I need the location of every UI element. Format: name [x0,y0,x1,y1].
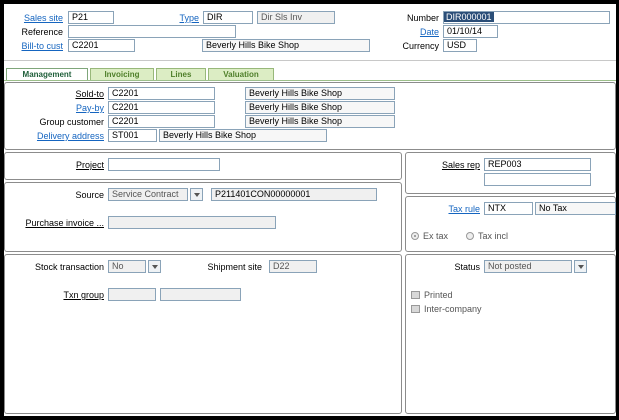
group-customer-label: Group customer [39,117,104,127]
inter-company-label: Inter-company [424,304,482,314]
inter-company-checkbox[interactable] [411,305,420,313]
txn-group-field-2 [160,288,241,301]
bill-to-name-field: Beverly Hills Bike Shop [202,39,370,52]
date-link[interactable]: Date [374,26,439,38]
stock-transaction-select[interactable]: No [108,260,146,273]
group-customer-code-field[interactable]: C2201 [108,115,215,128]
source-select[interactable]: Service Contract [108,188,188,201]
sales-site-field[interactable]: P21 [68,11,114,24]
purchase-invoice-label: Purchase invoice ... [6,217,104,229]
status-label: Status [454,262,480,272]
tax-rule-desc-field: No Tax [535,202,616,215]
status-select[interactable]: Not posted [484,260,572,273]
stock-panel [4,254,402,414]
txn-group-label-text: Txn group [63,290,104,300]
project-field[interactable] [108,158,220,171]
tax-rule-link[interactable]: Tax rule [414,203,480,215]
stock-transaction-label: Stock transaction [34,262,104,272]
delivery-address-name-field: Beverly Hills Bike Shop [159,129,327,142]
tax-rule-code-field[interactable]: NTX [484,202,533,215]
pay-by-name-field: Beverly Hills Bike Shop [245,101,395,114]
pay-by-code-field[interactable]: C2201 [108,101,215,114]
status-dropdown-button[interactable] [574,260,587,273]
tab-strip-line [4,80,616,81]
sales-rep-field-2[interactable] [484,173,591,186]
tax-incl-label: Tax incl [478,231,509,241]
pay-by-link[interactable]: Pay-by [6,102,104,114]
reference-label: Reference [21,27,63,37]
sales-rep-label-text: Sales rep [441,160,480,170]
number-value: DIR000001 [444,12,494,22]
project-label: Project [6,159,104,171]
source-ref-field: P211401CON00000001 [211,188,377,201]
type-link[interactable]: Type [154,12,199,24]
header-divider [4,60,616,61]
source-label: Source [75,190,104,200]
type-code-field[interactable]: DIR [203,11,253,24]
shipment-site-label: Shipment site [207,262,262,272]
sales-rep-label: Sales rep [414,159,480,171]
delivery-address-code-field[interactable]: ST001 [108,129,157,142]
bill-to-code-field[interactable]: C2201 [68,39,135,52]
printed-label: Printed [424,290,453,300]
sales-site-link[interactable]: Sales site [4,12,63,24]
txn-group-field-1 [108,288,156,301]
tax-incl-radio[interactable] [466,232,474,240]
bill-to-cust-link[interactable]: Bill-to cust [4,40,63,52]
stock-transaction-dropdown-button[interactable] [148,260,161,273]
project-label-text: Project [75,160,104,170]
number-field[interactable]: DIR000001 [443,11,610,24]
currency-field[interactable]: USD [443,39,477,52]
ex-tax-label: Ex tax [423,231,449,241]
source-dropdown-button[interactable] [190,188,203,201]
sold-to-label: Sold-to [6,88,104,100]
shipment-site-field: D22 [269,260,317,273]
purchase-invoice-label-text: Purchase invoice ... [25,218,104,228]
printed-checkbox[interactable] [411,291,420,299]
reference-field[interactable] [68,25,236,38]
purchase-invoice-field [108,216,276,229]
sold-to-name-field: Beverly Hills Bike Shop [245,87,395,100]
currency-label: Currency [402,41,439,51]
status-panel [405,254,616,414]
invoice-window: Sales site P21 Type DIR Dir Sls Inv Numb… [4,4,616,416]
number-label: Number [406,13,439,23]
sales-rep-field[interactable]: REP003 [484,158,591,171]
date-field[interactable]: 01/10/14 [443,25,498,38]
group-customer-name-field: Beverly Hills Bike Shop [245,115,395,128]
type-desc-field: Dir Sls Inv [257,11,335,24]
delivery-address-link[interactable]: Delivery address [6,130,104,142]
sold-to-label-text: Sold-to [75,89,104,99]
ex-tax-radio[interactable] [411,232,419,240]
txn-group-label: Txn group [6,289,104,301]
sold-to-code-field[interactable]: C2201 [108,87,215,100]
